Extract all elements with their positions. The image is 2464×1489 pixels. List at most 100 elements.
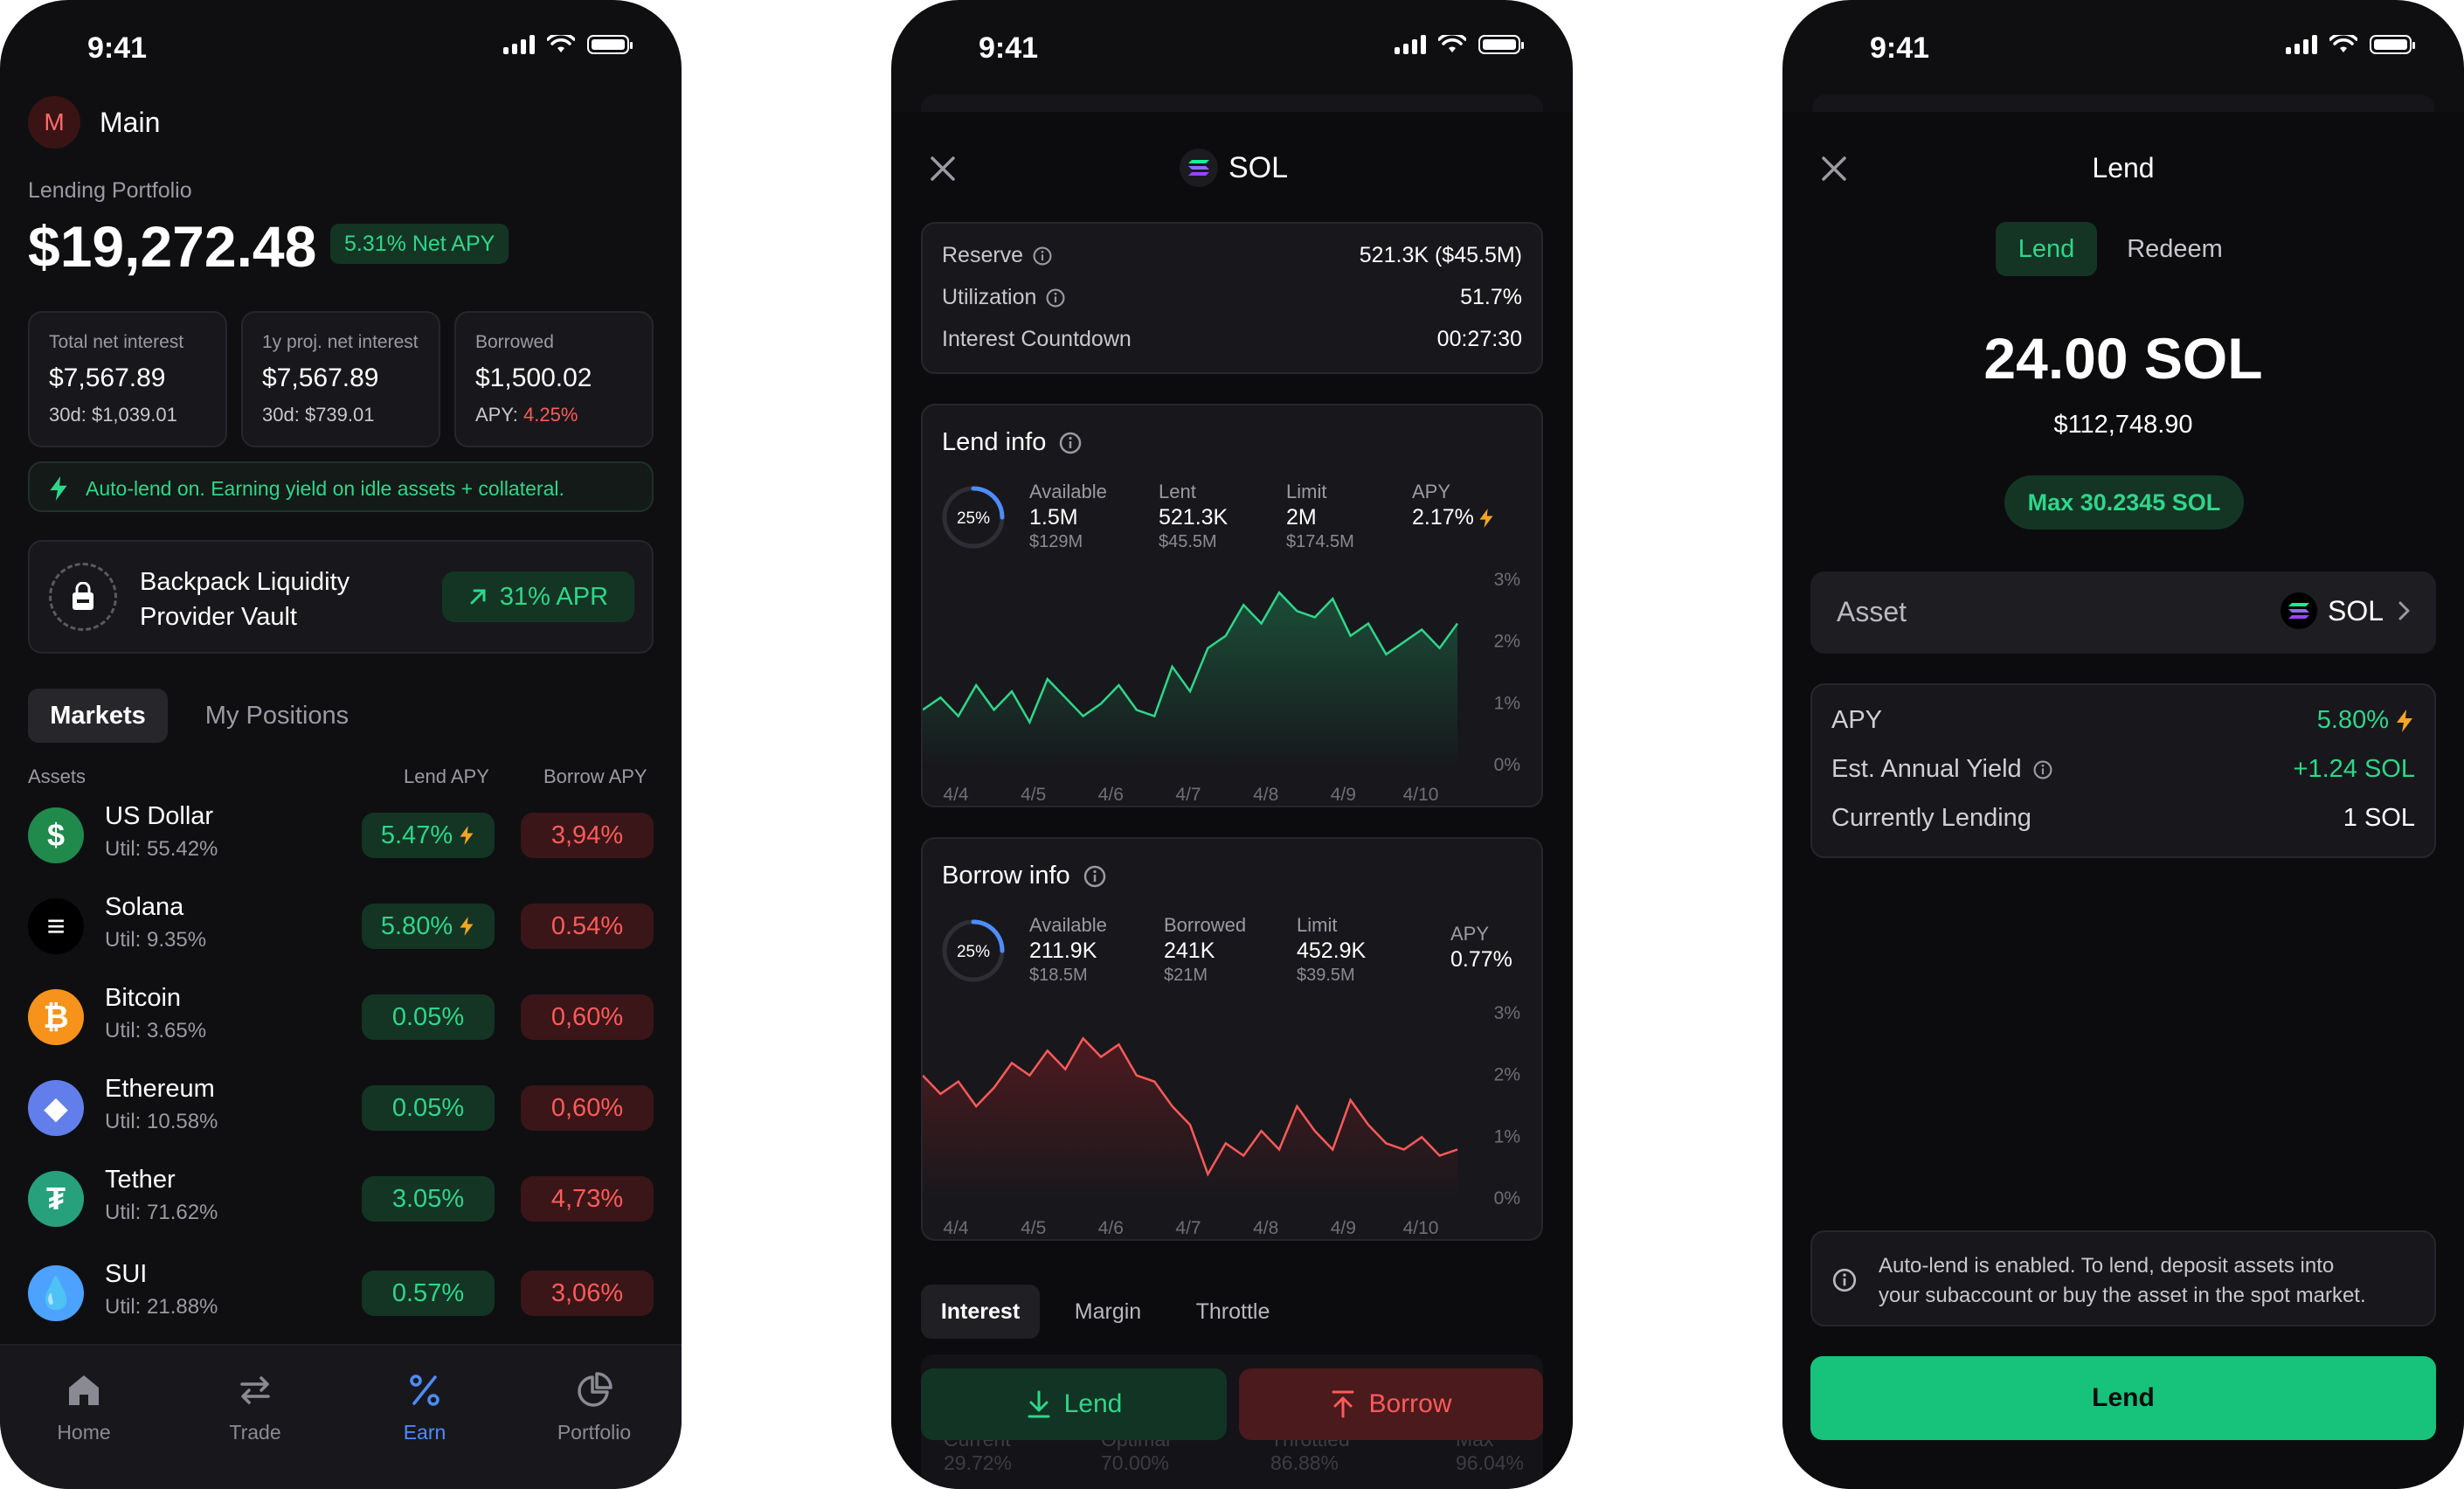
asset-row[interactable]: 💧 SUI Util: 21.88% 0.57% 3,06% [28,1253,654,1337]
reserve-label-text: Reserve [942,243,1024,267]
tab-markets[interactable]: Markets [28,689,168,743]
lend-apy-value: 0.05% [391,1093,465,1122]
account-switcher[interactable]: M Main [28,96,160,149]
lend-apy-pill: 5.47% [362,813,495,858]
tab-my-positions[interactable]: My Positions [185,689,369,743]
borrow-apy-pill: 3,94% [521,813,654,858]
reserve-row-value: 00:27:30 [1436,327,1522,351]
status-icons [2286,35,2415,54]
x-tick-label: 4/7 [1175,1218,1201,1238]
coin-icon: ◆ [28,1080,84,1136]
borrow-apy-pill: 0,60% [521,994,654,1040]
lend-info-card: Lend info 25% Available 1.5M $129M Lent 521… [921,404,1543,807]
reserve-card: Reserve 521.3K ($45.5M) Utilization 51.7% In… [921,222,1543,374]
asset-name: Bitcoin [105,984,182,1012]
info-icon[interactable] [1083,864,1107,889]
asset-row[interactable]: ₿ Bitcoin Util: 3.65% 0.05% 0,60% [28,977,654,1061]
info-icon[interactable] [1058,431,1083,455]
amount-input[interactable]: 24.00 SOL [1782,325,2464,391]
amount-usd: $112,748.90 [2053,411,2193,439]
lightning-icon [460,826,474,845]
asset-row[interactable]: ◆ Ethereum Util: 10.58% 0.05% 0,60% [28,1068,654,1152]
lend-info-title: Lend info [942,428,1047,456]
borrow-button[interactable]: Borrow [1239,1368,1543,1440]
bottom-nav: Home Trade Earn Portfolio [0,1344,682,1489]
stat-card-total-interest: Total net interest $7,567.89 30d: $1,039… [28,311,227,447]
lightning-icon [50,476,67,501]
max-button[interactable]: Max 30.2345 SOL [2004,475,2244,530]
trade-icon [240,1376,270,1404]
lend-apy-value: 5.47% [380,821,453,849]
nav-portfolio[interactable]: Portfolio [542,1370,647,1444]
lend-submit-label: Lend [2092,1383,2155,1412]
info-icon[interactable] [1045,287,1066,308]
x-tick-label: 4/8 [1253,1218,1278,1238]
reserve-row-value: 521.3K ($45.5M) [1359,243,1522,267]
x-tick-label: 4/10 [1403,785,1439,805]
tab-margin[interactable]: Margin [1056,1285,1160,1339]
battery-icon [1478,35,1524,54]
tab-redeem[interactable]: Redeem [2109,222,2240,276]
tab-interest[interactable]: Interest [921,1285,1040,1339]
status-icons [503,35,633,54]
asset-row[interactable]: ₮ Tether Util: 71.62% 3.05% 4,73% [28,1159,654,1243]
nav-earn[interactable]: Earn [372,1370,477,1444]
vault-card[interactable]: Backpack Liquidity Provider Vault 31% AP… [28,540,654,654]
stat-label: Total net interest [49,332,184,352]
x-tick-label: 4/9 [1331,785,1356,805]
borrow-apy-chart: 3% 2% 1% 0% 4/4 4/5 4/6 4/7 4/8 4/9 4/10 [923,1005,1520,1238]
info-icon[interactable] [1032,246,1053,267]
stat-sub-label: 30d: [49,404,87,426]
lend-apy-value: 2.17% [1412,505,1474,530]
title-text: SOL [1229,150,1289,184]
nav-trade[interactable]: Trade [203,1370,308,1444]
asset-name: US Dollar [105,802,214,830]
borrow-info-card: Borrow info 25% Available 211.9K $18.5M Bo… [921,837,1543,1241]
stat-label: Borrowed [475,332,554,352]
reserve-label-text: Utilization [942,285,1037,309]
lightning-icon [1479,508,1493,528]
series-area [923,592,1457,765]
close-icon[interactable] [928,154,958,184]
stat-card-projected-interest: 1y proj. net interest $7,567.89 30d: $73… [241,311,440,447]
lend-button[interactable]: Lend [921,1368,1227,1440]
arrow-up-right-icon [470,589,486,605]
download-arrow-icon [1028,1390,1050,1418]
asset-row[interactable]: ≡ Solana Util: 9.35% 5.80% 0.54% [28,886,654,970]
borrow-stat-available: Available 211.9K $18.5M [1029,914,1107,985]
lend-apy-value: 5.80% [380,911,453,940]
stat-value: $7,567.89 [262,364,379,392]
nav-home[interactable]: Home [31,1370,136,1444]
lend-apy-pill: 0.57% [362,1271,495,1316]
autolend-text: Auto-lend on. Earning yield on idle asse… [86,477,564,500]
lend-button-label: Lend [1063,1389,1123,1418]
autolend-banner: Auto-lend on. Earning yield on idle asse… [28,461,654,512]
sheet-title: SOL [1180,149,1288,187]
sol-market-screen: 9:41 SOL Reserve 521.3K ($45.5M) Utilizati… [891,0,1573,1489]
status-time: 9:41 [979,31,1039,65]
nav-label: Portfolio [557,1421,632,1444]
lend-apy-pill: 5.80% [362,904,495,949]
lend-submit-button[interactable]: Lend [1810,1356,2436,1440]
asset-name: Tether [105,1166,176,1194]
reserve-row-label: Utilization [942,285,1066,310]
lend-stat-available: Available 1.5M $129M [1029,481,1107,551]
detail-label-apy: APY [1831,706,1883,734]
asset-name: Solana [105,893,184,921]
x-tick-label: 4/8 [1253,785,1278,805]
header-borrow-apy: Borrow APY [543,765,647,787]
info-icon[interactable] [2032,759,2053,780]
lend-apy-value: 3.05% [391,1184,465,1213]
tab-lend[interactable]: Lend [1996,222,2097,276]
lend-apy-pill: 0.05% [362,1085,495,1131]
detail-label-yield: Est. Annual Yield [1831,755,2022,783]
wifi-icon [2329,35,2357,52]
asset-selector[interactable]: Asset SOL [1810,571,2436,654]
asset-util: Util: 10.58% [105,1110,218,1133]
x-tick-label: 4/10 [1403,1218,1439,1238]
y-tick-label: 3% [1494,1005,1520,1023]
utilization-ring: 25% [942,919,1005,982]
tab-throttle[interactable]: Throttle [1176,1285,1290,1339]
asset-row[interactable]: $ US Dollar Util: 55.42% 5.47% 3,94% [28,795,654,879]
lend-apy-value: 0.57% [391,1278,465,1307]
